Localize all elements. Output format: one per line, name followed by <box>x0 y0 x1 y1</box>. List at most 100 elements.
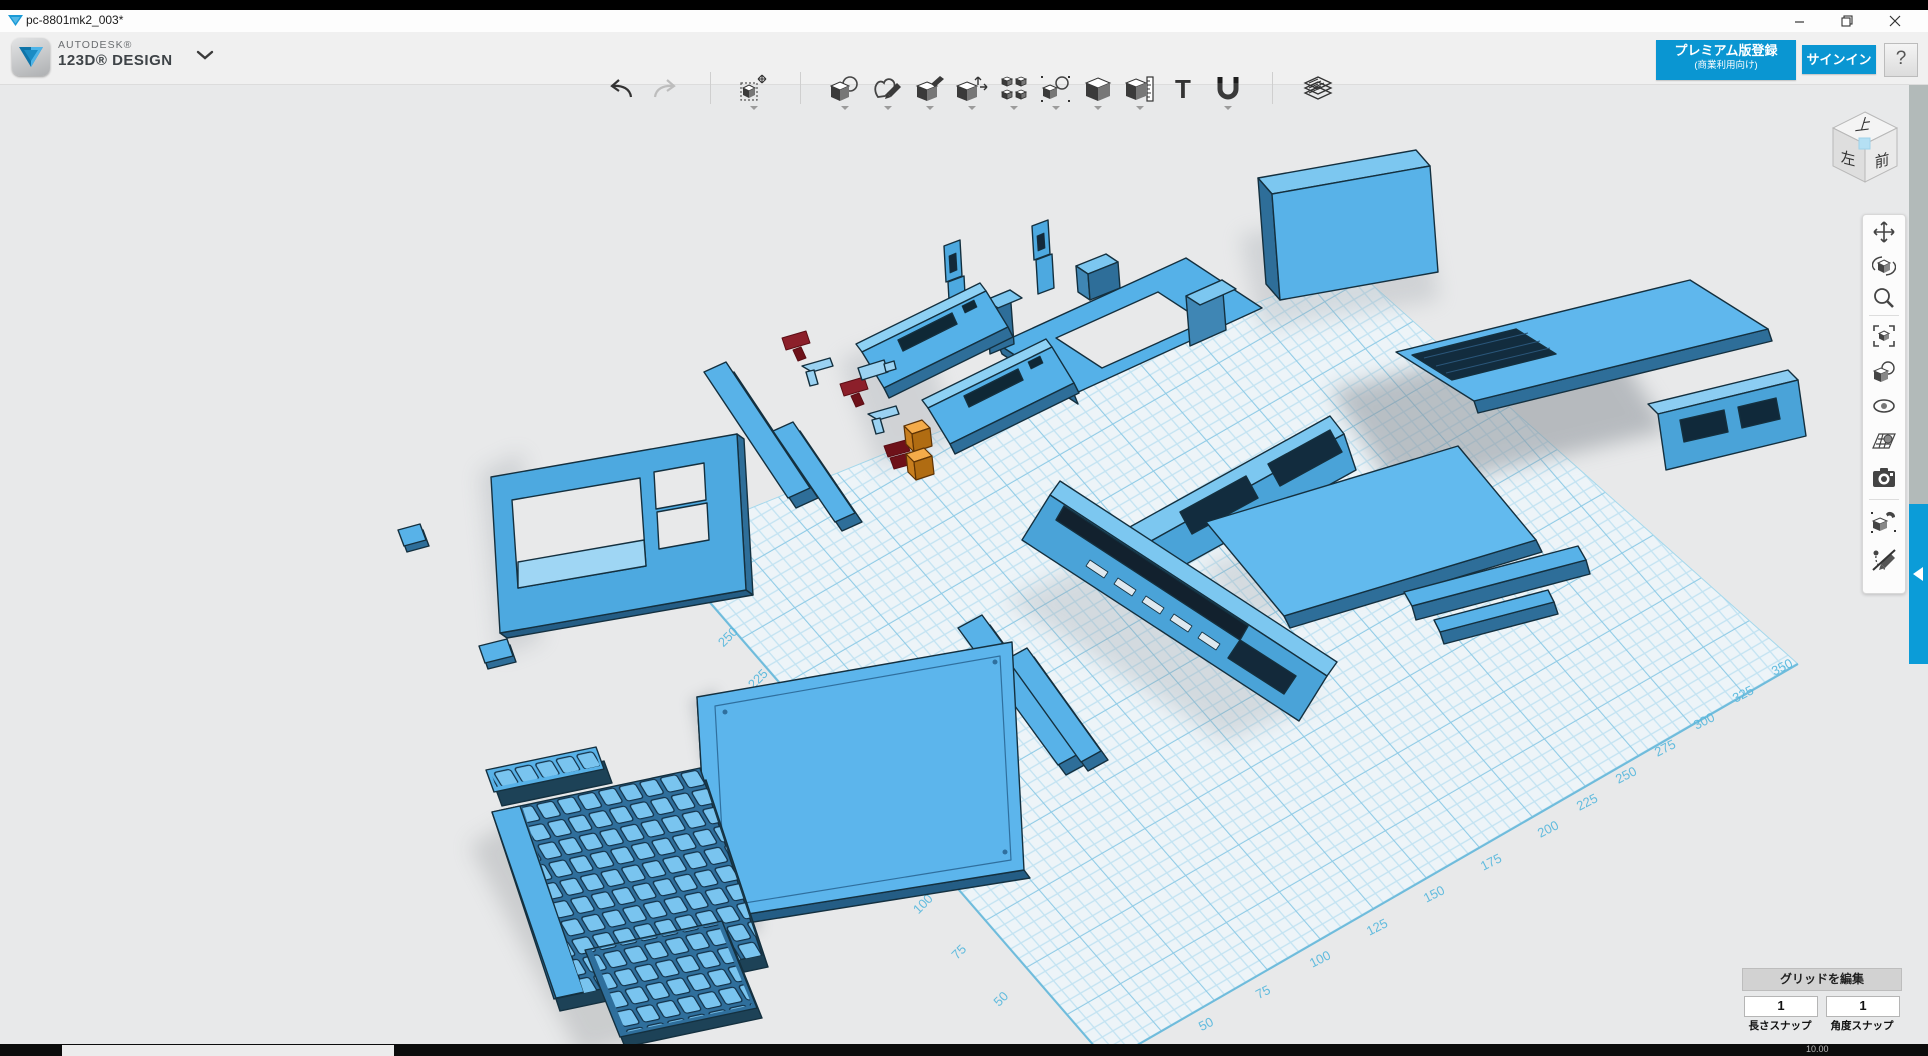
transform-move-icon <box>739 74 769 104</box>
svg-text:75: 75 <box>1253 982 1273 1002</box>
snap-objects-button[interactable] <box>1871 509 1897 535</box>
minimize-icon <box>1794 16 1805 27</box>
product-text: 123D® DESIGN <box>58 52 173 69</box>
window-titlebar: pc-8801mk2_003* <box>0 10 1928 33</box>
123d-logo-icon <box>18 45 44 69</box>
modeling-canvas[interactable]: 50 75 100 125 150 175 200 225 250 275 30… <box>0 0 1928 1056</box>
part-small-plate-1[interactable] <box>398 524 429 552</box>
svg-text:50: 50 <box>1196 1014 1216 1034</box>
combine-icon <box>1084 75 1112 103</box>
modify-tool-button[interactable] <box>955 72 989 106</box>
status-value: 10.00 <box>1806 1044 1829 1054</box>
premium-signup-button[interactable]: プレミアム版登録 (商業利用向け) <box>1656 40 1796 80</box>
svg-text:100: 100 <box>1307 947 1333 970</box>
material-tool-button[interactable] <box>1301 72 1335 106</box>
measure-icon <box>1125 75 1155 103</box>
visibility-button[interactable] <box>1871 393 1897 419</box>
grid-settings-panel: グリッドを編集 1 1 長さスナップ 角度スナップ <box>1740 968 1902 1040</box>
sketch-tool-button[interactable] <box>871 72 905 106</box>
panel-expand-arrow-icon <box>1912 566 1924 582</box>
tool-dropdown-caret[interactable] <box>1010 106 1018 110</box>
brand-text: AUTODESK® <box>58 39 132 51</box>
grid-eye-icon <box>1871 428 1897 452</box>
pan-button[interactable] <box>1871 219 1897 245</box>
tool-dropdown-caret[interactable] <box>968 106 976 110</box>
rail-separator <box>1869 499 1899 500</box>
text-tool-button[interactable]: T <box>1166 72 1200 106</box>
window-title: pc-8801mk2_003* <box>26 13 123 27</box>
length-snap-input[interactable]: 1 <box>1744 996 1818 1017</box>
app-window-icon <box>8 14 23 28</box>
measure-tool-button[interactable] <box>1123 72 1157 106</box>
primitives-tool-button[interactable] <box>828 72 862 106</box>
eye-icon <box>1872 394 1896 418</box>
view-cube-corner-highlight[interactable] <box>1859 138 1870 149</box>
close-icon <box>1889 15 1901 27</box>
angle-snap-input[interactable]: 1 <box>1826 996 1900 1017</box>
restore-button[interactable] <box>1832 12 1862 30</box>
orbit-button[interactable] <box>1871 253 1897 279</box>
redo-icon <box>651 78 677 100</box>
canvas-edge-scrollstrip[interactable] <box>1909 84 1928 504</box>
svg-text:225: 225 <box>1574 790 1600 813</box>
app-logo[interactable] <box>12 38 50 76</box>
transform-tool-button[interactable] <box>737 72 771 106</box>
angle-snap-label: 角度スナップ <box>1824 1018 1900 1033</box>
snap-tool-button[interactable] <box>1211 72 1245 106</box>
status-segment <box>62 1045 394 1056</box>
edit-grid-button[interactable]: グリッドを編集 <box>1742 968 1902 991</box>
signin-button[interactable]: サインイン <box>1802 45 1876 74</box>
app-toolbar: AUTODESK® 123D® DESIGN <box>0 32 1928 85</box>
premium-sublabel: (商業利用向け) <box>1656 60 1796 72</box>
combine-tool-button[interactable] <box>1081 72 1115 106</box>
parts-panel-tab[interactable] <box>1909 504 1928 664</box>
premium-label: プレミアム版登録 <box>1656 42 1796 60</box>
orbit-icon <box>1872 254 1896 278</box>
camera-icon <box>1872 467 1896 489</box>
tool-dropdown-caret[interactable] <box>1094 106 1102 110</box>
primitives-icon <box>830 75 860 103</box>
tool-dropdown-caret[interactable] <box>1052 106 1060 110</box>
no-draw-icon <box>1871 548 1897 572</box>
tool-dropdown-caret[interactable] <box>750 106 758 110</box>
disable-sketch-snap-button[interactable] <box>1871 547 1897 573</box>
view-cube[interactable]: 上 左 前 <box>1822 104 1908 190</box>
screen-top-edge <box>0 0 1928 10</box>
pattern-icon <box>1000 75 1028 103</box>
navigation-rail <box>1862 214 1906 594</box>
fit-view-button[interactable] <box>1871 323 1897 349</box>
pan-icon <box>1872 220 1896 244</box>
construct-tool-button[interactable] <box>913 72 947 106</box>
help-button[interactable]: ? <box>1884 43 1918 77</box>
screenshot-button[interactable] <box>1871 465 1897 491</box>
tool-dropdown-caret[interactable] <box>1136 106 1144 110</box>
toolbar-separator <box>1272 72 1273 104</box>
pattern-tool-button[interactable] <box>997 72 1031 106</box>
grouping-tool-button[interactable] <box>1039 72 1073 106</box>
close-button[interactable] <box>1880 12 1910 30</box>
svg-text:125: 125 <box>1364 915 1390 938</box>
tool-dropdown-caret[interactable] <box>1224 106 1232 110</box>
view-cube-left-label[interactable]: 左 <box>1841 149 1856 170</box>
view-cube-front-label[interactable]: 前 <box>1875 151 1890 172</box>
toolbar-separator <box>710 72 711 104</box>
tool-dropdown-caret[interactable] <box>884 106 892 110</box>
undo-button[interactable] <box>605 72 639 106</box>
grid-visibility-button[interactable] <box>1871 427 1897 453</box>
menu-chevron-icon[interactable] <box>196 50 214 60</box>
svg-text:175: 175 <box>1478 850 1504 873</box>
magnet-icon <box>1214 75 1242 103</box>
material-icon <box>1303 75 1333 103</box>
shading-icon <box>1872 360 1896 384</box>
tool-dropdown-caret[interactable] <box>841 106 849 110</box>
text-tool-glyph: T <box>1175 74 1191 104</box>
svg-text:200: 200 <box>1535 817 1561 840</box>
shading-button[interactable] <box>1871 359 1897 385</box>
part-io-panel[interactable] <box>1648 370 1806 470</box>
grouping-icon <box>1041 75 1071 103</box>
zoom-button[interactable] <box>1871 285 1897 311</box>
tool-dropdown-caret[interactable] <box>926 106 934 110</box>
undo-icon <box>609 78 635 100</box>
redo-button[interactable] <box>647 72 681 106</box>
minimize-button[interactable] <box>1784 12 1814 30</box>
